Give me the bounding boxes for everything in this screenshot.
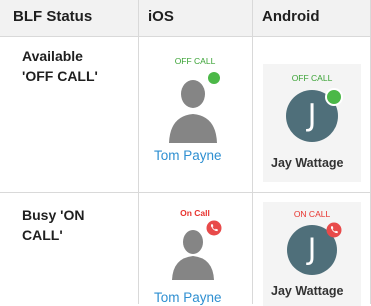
green-dot-icon	[325, 88, 343, 106]
column-divider	[252, 0, 253, 304]
ios-off-call-caption: OFF CALL	[174, 56, 216, 66]
person-silhouette-icon	[169, 72, 220, 143]
phone-badge-icon	[326, 222, 342, 238]
android-on-call-caption: ON CALL	[293, 209, 331, 219]
row-divider	[0, 192, 371, 193]
ios-contact-on-call[interactable]: On Call Tom Payne	[150, 202, 240, 306]
ios-contact-name[interactable]: Tom Payne	[154, 148, 222, 163]
green-dot-icon	[208, 72, 220, 84]
phone-badge-icon	[206, 220, 222, 236]
ios-contact-name[interactable]: Tom Payne	[154, 290, 222, 305]
android-contact-on-call[interactable]: ON CALL J Jay Wattage	[263, 202, 361, 306]
android-contact-name[interactable]: Jay Wattage	[271, 284, 343, 298]
ios-contact-off-call[interactable]: OFF CALL Tom Payne	[150, 46, 240, 174]
column-divider	[138, 0, 139, 304]
android-contact-off-call[interactable]: OFF CALL J Jay Wattage	[263, 64, 361, 182]
status-available-label: Available 'OFF CALL'	[22, 48, 98, 84]
android-contact-name[interactable]: Jay Wattage	[271, 156, 343, 170]
row-divider	[0, 36, 371, 37]
ios-on-call-caption: On Call	[180, 208, 210, 218]
status-busy-label: Busy 'ON CALL'	[22, 207, 85, 243]
android-off-call-caption: OFF CALL	[291, 73, 333, 83]
